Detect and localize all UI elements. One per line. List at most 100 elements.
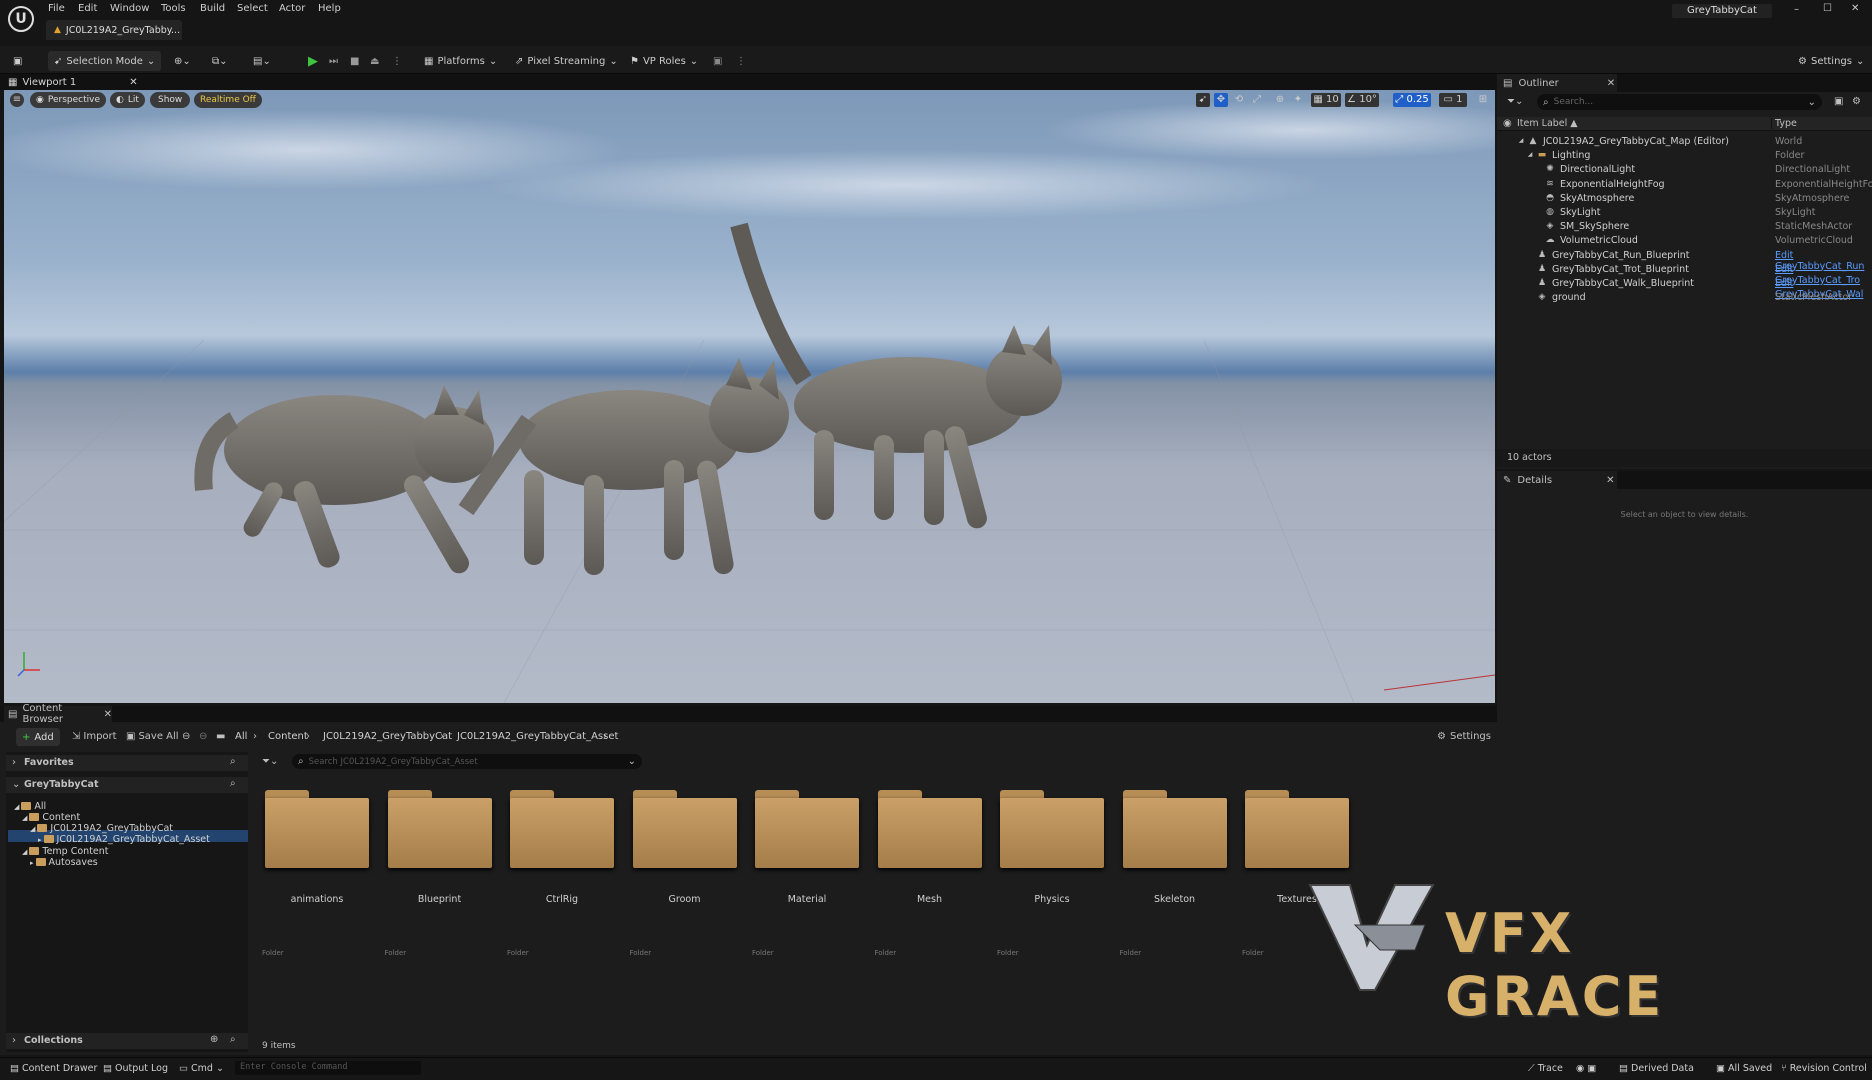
outliner-row[interactable]: ◈ SM_SkySphere StaticMeshActor — [1500, 220, 1872, 234]
folder-label[interactable]: animations — [265, 894, 369, 905]
show-button[interactable]: Show — [150, 92, 191, 108]
viewport-menu-icon[interactable]: ≡ — [10, 93, 24, 107]
selection-mode-dropdown[interactable]: ➹ Selection Mode ⌄ — [48, 51, 162, 71]
outliner-row[interactable]: ♟ GreyTabbyCat_Trot_Blueprint Edit GreyTab… — [1500, 263, 1872, 286]
menu-help[interactable]: Help — [318, 3, 341, 14]
favorites-header[interactable]: › Favorites ⌕ — [6, 755, 248, 771]
folder-tile[interactable] — [632, 790, 737, 868]
settings-dropdown[interactable]: ⚙ Settings ⌄ — [1798, 51, 1864, 71]
back-icon[interactable]: ⊖ — [182, 731, 190, 742]
menu-select[interactable]: Select — [237, 3, 268, 14]
output-log-button[interactable]: ▤ Output Log — [103, 1063, 168, 1074]
scale-snap-toggle[interactable]: ⤢ 0.25 — [1393, 93, 1431, 107]
minimize-button[interactable]: – — [1794, 4, 1799, 15]
folder-nav-icon[interactable]: ▬ — [216, 731, 225, 742]
folder-tile[interactable] — [877, 790, 982, 868]
column-type[interactable]: Type — [1771, 118, 1797, 129]
folder-label[interactable]: Physics — [1000, 894, 1104, 905]
outliner-row[interactable]: ♟ GreyTabbyCat_Run_Blueprint Edit GreyTabb… — [1500, 249, 1872, 272]
trace-button[interactable]: ⟋ Trace — [1528, 1063, 1563, 1074]
folder-tile[interactable] — [1122, 790, 1227, 868]
chevron-right-icon[interactable]: › — [253, 731, 257, 742]
rotate-tool-icon[interactable]: ⟲ — [1232, 93, 1246, 107]
cinematics-icon[interactable]: ▤⌄ — [253, 51, 271, 71]
menu-edit[interactable]: Edit — [78, 3, 97, 14]
folder-label[interactable]: Blueprint — [388, 894, 492, 905]
chevron-right-icon[interactable]: › — [440, 731, 444, 742]
unreal-logo-icon[interactable]: U — [8, 6, 34, 32]
content-drawer-button[interactable]: ▤ Content Drawer — [10, 1063, 97, 1074]
folder-tile[interactable] — [265, 790, 369, 868]
console-input[interactable]: Enter Console Command — [235, 1061, 421, 1075]
folder-tile[interactable] — [1000, 790, 1104, 868]
outliner-row[interactable]: ♟ GreyTabbyCat_Walk_Blueprint Edit GreyTab… — [1500, 277, 1872, 300]
folder-label[interactable]: Skeleton — [1123, 894, 1227, 905]
chevron-down-icon[interactable]: ◢ — [1525, 150, 1535, 160]
folder-label[interactable]: Material — [755, 894, 859, 905]
close-window-button[interactable]: ✕ — [1851, 3, 1859, 14]
grid-snap-toggle[interactable]: ▦ 10 — [1311, 93, 1341, 107]
close-icon[interactable]: ✕ — [104, 709, 112, 720]
save-icon[interactable]: ▣ — [13, 51, 22, 71]
menu-actor[interactable]: Actor — [279, 3, 305, 14]
outliner-row[interactable]: ≋ ExponentialHeightFog ExponentialHeightFo… — [1500, 178, 1872, 192]
add-actor-icon[interactable]: ⊕⌄ — [174, 51, 191, 71]
filter-icon[interactable]: ⏷⌄ — [1507, 96, 1523, 107]
asset-filter-icon[interactable]: ⏷⌄ — [262, 756, 278, 767]
breadcrumb-item[interactable]: All — [235, 731, 247, 742]
menu-tools[interactable]: Tools — [161, 3, 186, 14]
details-tab[interactable]: ✎ Details ✕ — [1497, 471, 1617, 489]
folder-tile[interactable] — [1245, 790, 1349, 868]
lit-button[interactable]: ◐ Lit — [110, 92, 145, 108]
outliner-row[interactable]: ◍ SkyLight SkyLight — [1500, 206, 1872, 220]
outliner-settings-icon[interactable]: ⚙ — [1852, 96, 1861, 107]
outliner-search-input[interactable]: ⌕ Search... ⌄ — [1537, 94, 1822, 110]
outliner-row[interactable]: ◈ ground StaticMeshActor — [1500, 291, 1872, 305]
rotation-snap-toggle[interactable]: ∠ 10° — [1345, 93, 1379, 107]
close-icon[interactable]: ✕ — [129, 77, 137, 88]
close-icon[interactable]: ✕ — [1607, 78, 1615, 89]
folder-tile[interactable] — [387, 790, 492, 868]
chevron-down-icon[interactable]: ◢ — [22, 814, 27, 822]
platforms-dropdown[interactable]: ▦ Platforms ⌄ — [424, 51, 497, 71]
menu-window[interactable]: Window — [110, 3, 149, 14]
step-icon[interactable]: ⏭ — [329, 51, 338, 71]
outliner-row[interactable]: ☁ VolumetricCloud VolumetricCloud — [1500, 234, 1872, 248]
move-tool-icon[interactable]: ✥ — [1214, 93, 1228, 107]
outliner-row[interactable]: ◢ ▲ JC0L219A2_GreyTabbyCat_Map (Editor) Wor… — [1500, 135, 1872, 149]
project-header[interactable]: ⌄ GreyTabbyCat ⌕ — [6, 777, 248, 793]
camera-speed-button[interactable]: ▭ 1 — [1439, 93, 1467, 107]
menu-build[interactable]: Build — [200, 3, 225, 14]
vp-roles-dropdown[interactable]: ⚑ VP Roles ⌄ — [630, 51, 698, 71]
play-icon[interactable]: ▶ — [308, 51, 318, 71]
scale-tool-icon[interactable]: ⤢ — [1250, 93, 1264, 107]
chevron-right-icon[interactable]: › — [603, 731, 607, 742]
chevron-down-icon[interactable]: ◢ — [14, 803, 19, 811]
chevron-down-icon[interactable]: ◢ — [30, 825, 35, 833]
import-button[interactable]: ⇲ Import — [72, 731, 117, 742]
collections-header[interactable]: › Collections ⊕ ⌕ — [6, 1033, 248, 1049]
blueprint-icon[interactable]: ⧉⌄ — [212, 51, 228, 71]
search-icon[interactable]: ⌕ — [230, 1034, 236, 1045]
chevron-right-icon[interactable]: ▸ — [30, 859, 34, 867]
select-tool-icon[interactable]: ➹ — [1196, 93, 1210, 107]
revision-control-button[interactable]: ⑂ Revision Control — [1781, 1063, 1867, 1074]
outliner-row[interactable]: ◓ SkyAtmosphere SkyAtmosphere — [1500, 192, 1872, 206]
search-icon[interactable]: ⌕ — [230, 778, 236, 789]
add-collection-icon[interactable]: ⊕ — [210, 1034, 218, 1045]
cmd-dropdown[interactable]: ▭ Cmd ⌄ — [179, 1063, 224, 1074]
tree-item[interactable]: ▸ JC0L219A2_GreyTabbyCat_Asset — [38, 834, 210, 846]
maximize-button[interactable]: ☐ — [1823, 3, 1832, 14]
status-icons[interactable]: ◉ ▣ — [1576, 1063, 1596, 1074]
toolbar-more-icon[interactable]: ⋮ — [736, 51, 746, 71]
all-saved-button[interactable]: ▣ All Saved — [1716, 1063, 1772, 1074]
eject-icon[interactable]: ⏏ — [370, 51, 379, 71]
more-icon[interactable]: ⋮ — [392, 51, 402, 71]
tree-item[interactable]: ▸ Autosaves — [30, 857, 98, 869]
viewport[interactable] — [4, 90, 1495, 703]
outliner-row[interactable]: ✺ DirectionalLight DirectionalLight — [1500, 163, 1872, 177]
close-icon[interactable]: ✕ — [1606, 475, 1614, 486]
folder-label[interactable]: Groom — [633, 894, 737, 905]
forward-icon[interactable]: ⊖ — [199, 731, 207, 742]
realtime-off-badge[interactable]: Realtime Off — [194, 92, 262, 108]
